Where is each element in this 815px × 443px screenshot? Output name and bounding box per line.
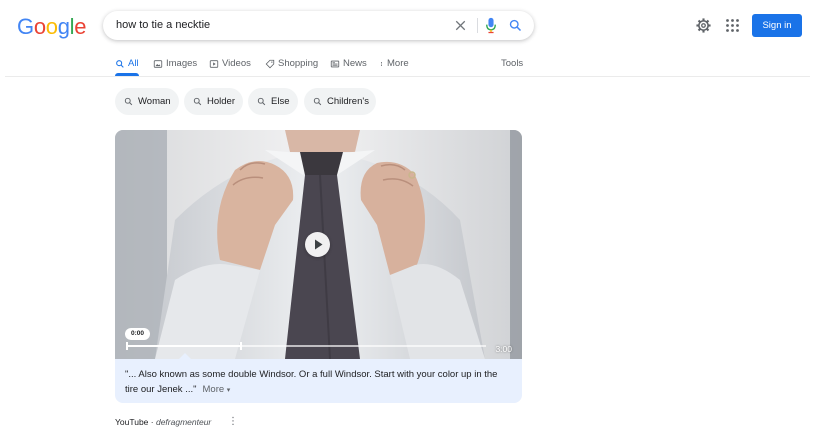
more-vertical-icon xyxy=(380,61,383,66)
source-separator: · xyxy=(148,417,156,427)
source-author: defragmenteur xyxy=(155,417,212,427)
news-icon xyxy=(330,60,340,67)
tab-news[interactable]: News xyxy=(330,58,367,69)
scrub-marker[interactable] xyxy=(240,342,243,350)
logo-letter: g xyxy=(57,14,70,39)
chip-label: Else xyxy=(271,96,290,107)
tab-all[interactable]: All xyxy=(115,58,139,69)
chip-else[interactable]: Else xyxy=(248,88,298,115)
video-player[interactable]: 0:00 3:00 xyxy=(115,130,522,359)
close-icon[interactable] xyxy=(452,17,469,34)
search-icon xyxy=(116,59,124,68)
search-divider xyxy=(477,18,478,33)
video-caption: "... Also known as some double Windsor. … xyxy=(115,359,522,403)
source-site: YouTube xyxy=(115,417,149,427)
gear-icon[interactable] xyxy=(695,17,712,34)
search-icon xyxy=(313,97,322,106)
chip-woman[interactable]: Woman xyxy=(115,88,179,115)
more-label: More xyxy=(202,383,225,395)
chip-childrens[interactable]: Children's xyxy=(304,88,376,115)
tab-label: Shopping xyxy=(278,58,319,69)
chip-holder[interactable]: Holder xyxy=(184,88,243,115)
search-icon xyxy=(257,97,266,106)
tab-label: News xyxy=(343,58,367,69)
apps-grid-icon[interactable] xyxy=(725,18,740,33)
chevron-down-icon: ▾ xyxy=(226,386,231,394)
tabs-divider xyxy=(5,76,810,77)
caption-text: "... Also known as some double Windsor. … xyxy=(125,369,498,395)
tab-tools[interactable]: Tools xyxy=(501,58,523,69)
current-time: 0:00 xyxy=(125,328,150,340)
search-input[interactable]: how to tie a necktie xyxy=(116,19,210,31)
video-progress-track[interactable] xyxy=(126,342,486,350)
tab-label: Tools xyxy=(501,58,524,69)
logo-letter: e xyxy=(74,14,87,39)
chip-label: Children's xyxy=(327,96,369,107)
chip-label: Holder xyxy=(207,96,235,107)
more-options-icon[interactable]: ⋮ xyxy=(228,416,238,427)
tab-more[interactable]: More xyxy=(379,58,409,69)
logo-letter: o xyxy=(45,14,58,39)
video-duration: 3:00 xyxy=(495,344,512,354)
logo-letter: o xyxy=(33,14,46,39)
google-logo[interactable]: Google xyxy=(17,14,86,40)
tab-videos[interactable]: Videos xyxy=(209,58,251,69)
image-icon xyxy=(153,59,163,68)
video-source[interactable]: YouTube · defragmenteur xyxy=(115,417,211,427)
play-icon xyxy=(315,239,323,250)
mic-icon[interactable] xyxy=(484,17,498,34)
logo-letter: G xyxy=(17,14,34,39)
tab-label: More xyxy=(387,58,409,69)
search-icon xyxy=(124,97,133,106)
chip-label: Woman xyxy=(138,96,171,107)
tab-images[interactable]: Images xyxy=(153,58,197,69)
search-box[interactable]: how to tie a necktie xyxy=(103,11,534,40)
search-icon[interactable] xyxy=(508,18,523,33)
tag-icon xyxy=(265,59,275,68)
tab-shopping[interactable]: Shopping xyxy=(265,58,318,69)
play-button[interactable] xyxy=(305,232,330,257)
tab-label: Videos xyxy=(222,58,251,69)
sign-in-button[interactable]: Sign in xyxy=(752,14,802,37)
start-marker xyxy=(126,342,128,350)
tab-label: All xyxy=(128,58,139,69)
search-icon xyxy=(193,97,202,106)
more-link[interactable]: More ▾ xyxy=(203,384,231,395)
video-icon xyxy=(209,59,219,68)
video-progress-fill xyxy=(126,345,242,347)
tab-label: Images xyxy=(166,58,198,69)
